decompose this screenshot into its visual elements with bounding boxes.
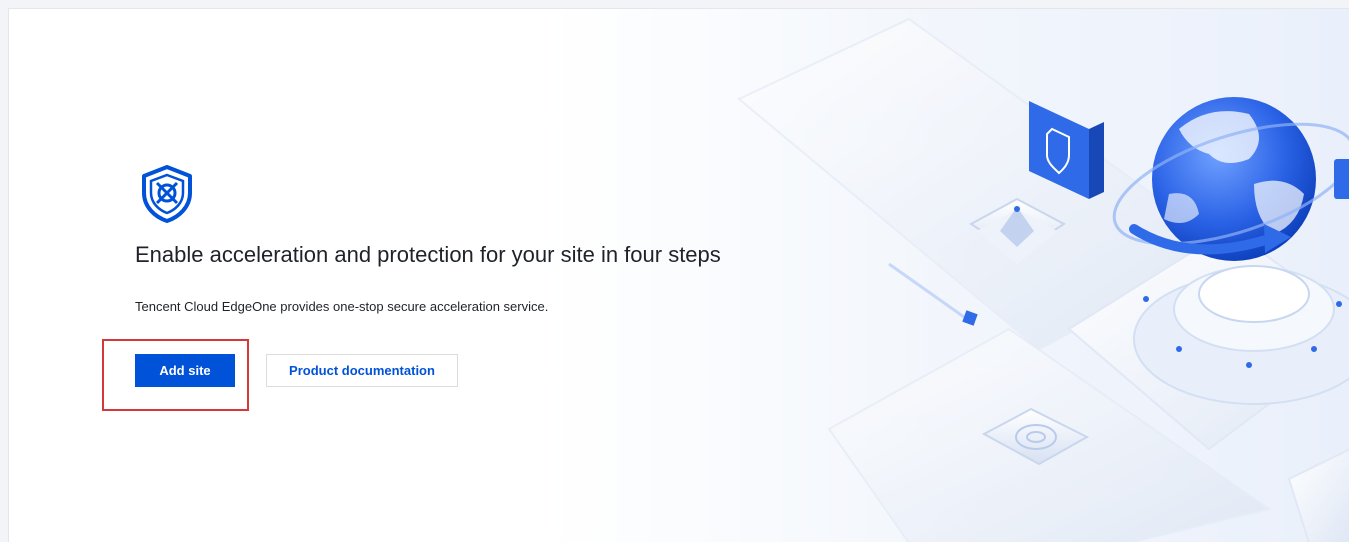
welcome-card: Enable acceleration and protection for y… — [8, 8, 1349, 542]
page-subtitle: Tencent Cloud EdgeOne provides one-stop … — [135, 299, 549, 314]
globe-network-illustration — [737, 17, 1349, 542]
page-title: Enable acceleration and protection for y… — [135, 242, 721, 267]
add-site-button[interactable]: Add site — [135, 354, 235, 387]
edgeone-shield-icon — [142, 165, 192, 223]
product-documentation-button[interactable]: Product documentation — [266, 354, 458, 387]
page: Enable acceleration and protection for y… — [0, 0, 1349, 542]
